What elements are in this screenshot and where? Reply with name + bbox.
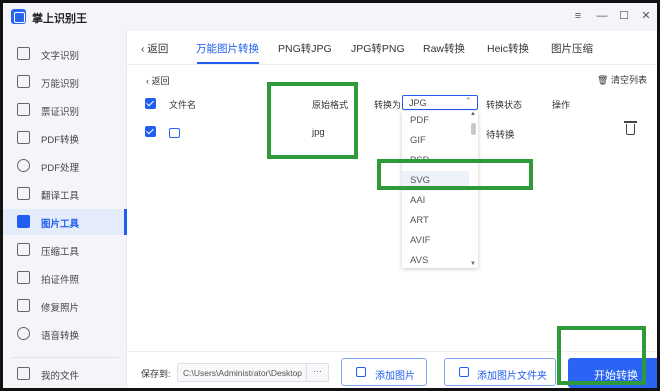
- translate-icon: [17, 187, 30, 200]
- universal-scan-icon: [17, 75, 30, 88]
- folder-icon: [459, 367, 469, 377]
- sidebar-item-text-recognition[interactable]: 文字识别: [3, 41, 127, 67]
- row-status: 待转换: [486, 130, 515, 141]
- tab-png-to-jpg[interactable]: PNG转JPG: [278, 41, 332, 56]
- image-tool-icon: [17, 215, 30, 228]
- delete-row-icon[interactable]: [624, 121, 637, 135]
- sidebar-item-id-photo[interactable]: 拍证件照: [3, 265, 127, 291]
- clear-list-label: 清空列表: [610, 75, 647, 85]
- sidebar-item-label: 万能识别: [41, 79, 80, 90]
- app-title: 掌上识别王: [32, 13, 87, 25]
- ticket-scan-icon: [17, 103, 30, 116]
- dropdown-option[interactable]: AVS: [410, 255, 428, 266]
- target-format-value: JPG: [409, 98, 427, 108]
- back-label: 返回: [147, 43, 169, 55]
- header-status: 转换状态: [486, 100, 523, 110]
- repair-photo-icon: [17, 299, 30, 312]
- my-files-icon: [17, 367, 30, 380]
- sidebar-item-pdf-convert[interactable]: PDF转换: [3, 125, 127, 151]
- dropdown-option[interactable]: AAI: [410, 195, 425, 206]
- sidebar-item-repair-photo[interactable]: 修复照片: [3, 293, 127, 319]
- select-all-checkbox[interactable]: [145, 98, 156, 109]
- sidebar-item-label: 我的文件: [41, 371, 80, 382]
- scroll-up-icon[interactable]: ▲: [470, 111, 476, 117]
- back-label: 返回: [151, 76, 170, 86]
- sidebar-divider: [11, 357, 119, 358]
- dropdown-option[interactable]: ART: [410, 215, 429, 226]
- sidebar-item-compress[interactable]: 压缩工具: [3, 237, 127, 263]
- sidebar-item-voice-convert[interactable]: 语音转换: [3, 321, 127, 347]
- tab-image-compress[interactable]: 图片压缩: [551, 41, 593, 56]
- sidebar-item-label: 文字识别: [41, 51, 80, 62]
- pdf-convert-icon: [17, 131, 30, 144]
- sidebar-item-label: 翻译工具: [41, 191, 80, 202]
- sidebar-item-my-files[interactable]: 我的文件: [3, 361, 127, 387]
- add-folder-button[interactable]: 添加图片文件夹: [444, 358, 556, 386]
- sidebar: 文字识别 万能识别 票证识别 PDF转换 PDF处理 翻译工具 图片工具 压缩工…: [3, 31, 127, 388]
- menu-icon[interactable]: ≡: [569, 7, 587, 25]
- title-bar: 掌上识别王 ≡ — ☐ ✕: [3, 3, 657, 31]
- save-to-label: 保存到:: [141, 369, 171, 379]
- save-path-value: C:\Users\Administrator\Desktop: [183, 368, 303, 378]
- sidebar-item-label: PDF处理: [41, 163, 80, 174]
- scroll-down-icon[interactable]: ▼: [470, 261, 476, 267]
- sidebar-item-label: PDF转换: [41, 135, 80, 146]
- sidebar-item-image-tool[interactable]: 图片工具: [3, 209, 127, 235]
- chevron-up-icon: ⌃: [464, 96, 472, 106]
- dropdown-option[interactable]: PDF: [410, 115, 429, 126]
- sidebar-item-ticket-recognition[interactable]: 票证识别: [3, 97, 127, 123]
- clear-list-button[interactable]: 🗑 清空列表: [597, 73, 647, 86]
- active-tab-indicator: [197, 62, 259, 64]
- compress-icon: [17, 243, 30, 256]
- dropdown-option[interactable]: GIF: [410, 135, 426, 146]
- close-button[interactable]: ✕: [637, 7, 655, 25]
- pdf-process-icon: [17, 159, 30, 172]
- annotation-box-original-format: [267, 82, 358, 159]
- tab-bar: ‹ 返回 万能图片转换 PNG转JPG JPG转PNG Raw转换 Heic转换…: [127, 31, 657, 65]
- add-folder-label: 添加图片文件夹: [477, 371, 547, 382]
- add-image-button[interactable]: 添加图片: [341, 358, 427, 386]
- dropdown-scrollbar[interactable]: [471, 123, 476, 135]
- add-image-icon: [356, 367, 366, 377]
- sidebar-item-label: 拍证件照: [41, 275, 80, 286]
- target-format-select[interactable]: JPG ⌃: [402, 95, 478, 110]
- app-logo-icon: [11, 9, 26, 24]
- sidebar-item-universal-recognition[interactable]: 万能识别: [3, 69, 127, 95]
- header-filename: 文件名: [169, 100, 197, 110]
- tab-raw-convert[interactable]: Raw转换: [423, 41, 465, 56]
- maximize-button[interactable]: ☐: [615, 7, 633, 25]
- sidebar-item-translate[interactable]: 翻译工具: [3, 181, 127, 207]
- annotation-box-svg-option: [377, 159, 533, 190]
- save-path-field[interactable]: C:\Users\Administrator\Desktop ···: [177, 363, 329, 382]
- sidebar-item-label: 语音转换: [41, 331, 80, 342]
- image-file-icon: [169, 128, 180, 138]
- tab-jpg-to-png[interactable]: JPG转PNG: [351, 41, 405, 56]
- add-image-label: 添加图片: [375, 371, 415, 382]
- trash-icon: 🗑: [597, 75, 611, 85]
- minimize-button[interactable]: —: [593, 7, 611, 25]
- content-back-button[interactable]: ‹ 返回: [146, 74, 170, 87]
- id-photo-icon: [17, 271, 30, 284]
- annotation-box-start-button: [557, 326, 646, 385]
- header-convert-to: 转换为: [374, 100, 402, 110]
- row-checkbox[interactable]: [145, 126, 156, 137]
- main-content: ‹ 返回 🗑 清空列表 文件名 原始格式 转换为 JPG ⌃ 转换状态 操作 j…: [134, 69, 657, 351]
- app-window: 掌上识别王 ≡ — ☐ ✕ 文字识别 万能识别 票证识别 PDF转换 PDF处理: [0, 0, 660, 391]
- dropdown-option[interactable]: AVIF: [410, 235, 430, 246]
- voice-convert-icon: [17, 327, 30, 340]
- sidebar-item-label: 图片工具: [41, 219, 80, 230]
- sidebar-item-pdf-process[interactable]: PDF处理: [3, 153, 127, 179]
- header-action: 操作: [552, 100, 571, 110]
- text-scan-icon: [17, 47, 30, 60]
- sidebar-item-label: 压缩工具: [41, 247, 80, 258]
- browse-button[interactable]: ···: [306, 364, 328, 381]
- sidebar-item-label: 票证识别: [41, 107, 80, 118]
- back-button[interactable]: ‹ 返回: [141, 41, 168, 56]
- tab-heic-convert[interactable]: Heic转换: [487, 41, 529, 56]
- tab-universal-image-convert[interactable]: 万能图片转换: [196, 41, 259, 56]
- sidebar-item-label: 修复照片: [41, 303, 80, 314]
